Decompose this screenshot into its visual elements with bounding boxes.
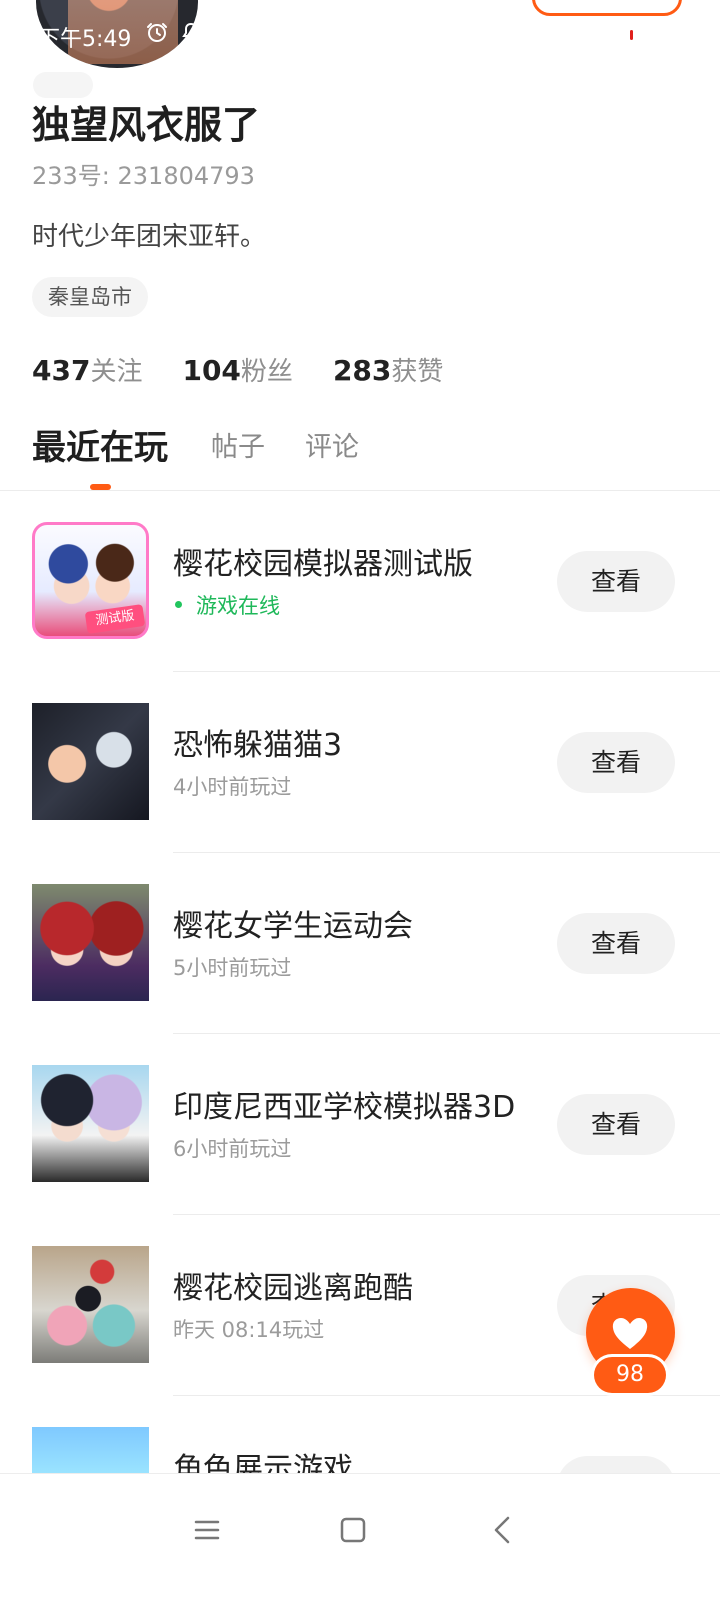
game-5-title: 樱花校园逃离跑酷 — [173, 1271, 413, 1306]
game-4-title: 印度尼西亚学校模拟器3D — [173, 1090, 516, 1125]
system-navigation-bar — [0, 1473, 720, 1600]
location-tag: 秦皇岛市 — [32, 277, 148, 317]
stat-fans-label: 粉丝 — [240, 357, 293, 387]
game-1-view-button[interactable]: 查看 — [557, 551, 675, 612]
alarm-icon — [147, 23, 167, 42]
stat-likes[interactable]: 283获赞 — [333, 351, 443, 388]
game-2-icon[interactable] — [32, 703, 149, 820]
stat-following-value: 437 — [32, 354, 91, 387]
like-count-badge: 98 — [594, 1357, 666, 1393]
stat-following[interactable]: 437关注 — [32, 351, 142, 388]
game-1-icon[interactable]: 测试版 — [32, 522, 149, 639]
status-time: 下午5:49 — [38, 27, 132, 52]
status-icons — [145, 20, 205, 46]
back-icon[interactable] — [483, 1510, 523, 1550]
game-2-view-button[interactable]: 查看 — [557, 732, 675, 793]
notification-marker — [630, 30, 633, 40]
game-row-4[interactable]: 印度尼西亚学校模拟器3D 6小时前玩过 查看 — [0, 1034, 720, 1215]
stat-fans-value: 104 — [182, 354, 241, 387]
game-3-icon[interactable] — [32, 884, 149, 1001]
profile-bio: 时代少年团宋亚轩。 — [32, 222, 267, 252]
app-notification-icon — [182, 22, 200, 41]
online-dot — [175, 601, 182, 608]
follow-button[interactable] — [532, 0, 682, 16]
menu-icon[interactable] — [187, 1510, 227, 1550]
stat-likes-label: 获赞 — [391, 357, 444, 387]
tab-comments[interactable]: 评论 — [305, 430, 359, 466]
game-1-status: 游戏在线 — [196, 594, 280, 618]
profile-stats: 437关注 104粉丝 283获赞 — [32, 351, 483, 391]
game-3-title: 樱花女学生运动会 — [173, 909, 413, 944]
game-2-title: 恐怖躲猫猫3 — [173, 728, 343, 763]
game-row-3[interactable]: 樱花女学生运动会 5小时前玩过 查看 — [0, 853, 720, 1034]
stat-likes-value: 283 — [332, 354, 392, 387]
game-2-last-played: 4小时前玩过 — [173, 775, 292, 799]
game-4-last-played: 6小时前玩过 — [173, 1137, 292, 1161]
heart-icon — [612, 1318, 648, 1349]
stat-fans[interactable]: 104粉丝 — [182, 351, 292, 388]
stat-following-label: 关注 — [90, 357, 143, 387]
game-4-view-button[interactable]: 查看 — [557, 1094, 675, 1155]
home-icon[interactable] — [333, 1510, 373, 1550]
game-4-icon[interactable] — [32, 1065, 149, 1182]
game-1-test-badge: 测试版 — [84, 604, 146, 634]
game-row-1[interactable]: 测试版 樱花校园模拟器测试版 游戏在线 查看 — [0, 491, 720, 672]
profile-username: 独望风衣服了 — [32, 103, 261, 147]
game-3-last-played: 5小时前玩过 — [173, 956, 292, 980]
tab-posts[interactable]: 帖子 — [211, 430, 265, 466]
tab-recently-played[interactable]: 最近在玩 — [32, 426, 168, 470]
game-1-title: 樱花校园模拟器测试版 — [173, 547, 473, 582]
game-5-last-played: 昨天 08:14玩过 — [173, 1318, 325, 1342]
game-3-view-button[interactable]: 查看 — [557, 913, 675, 974]
game-row-2[interactable]: 恐怖躲猫猫3 4小时前玩过 查看 — [0, 672, 720, 853]
avatar-badge — [33, 72, 93, 98]
game-5-icon[interactable] — [32, 1246, 149, 1363]
profile-id: 233号: 231804793 — [32, 162, 255, 190]
